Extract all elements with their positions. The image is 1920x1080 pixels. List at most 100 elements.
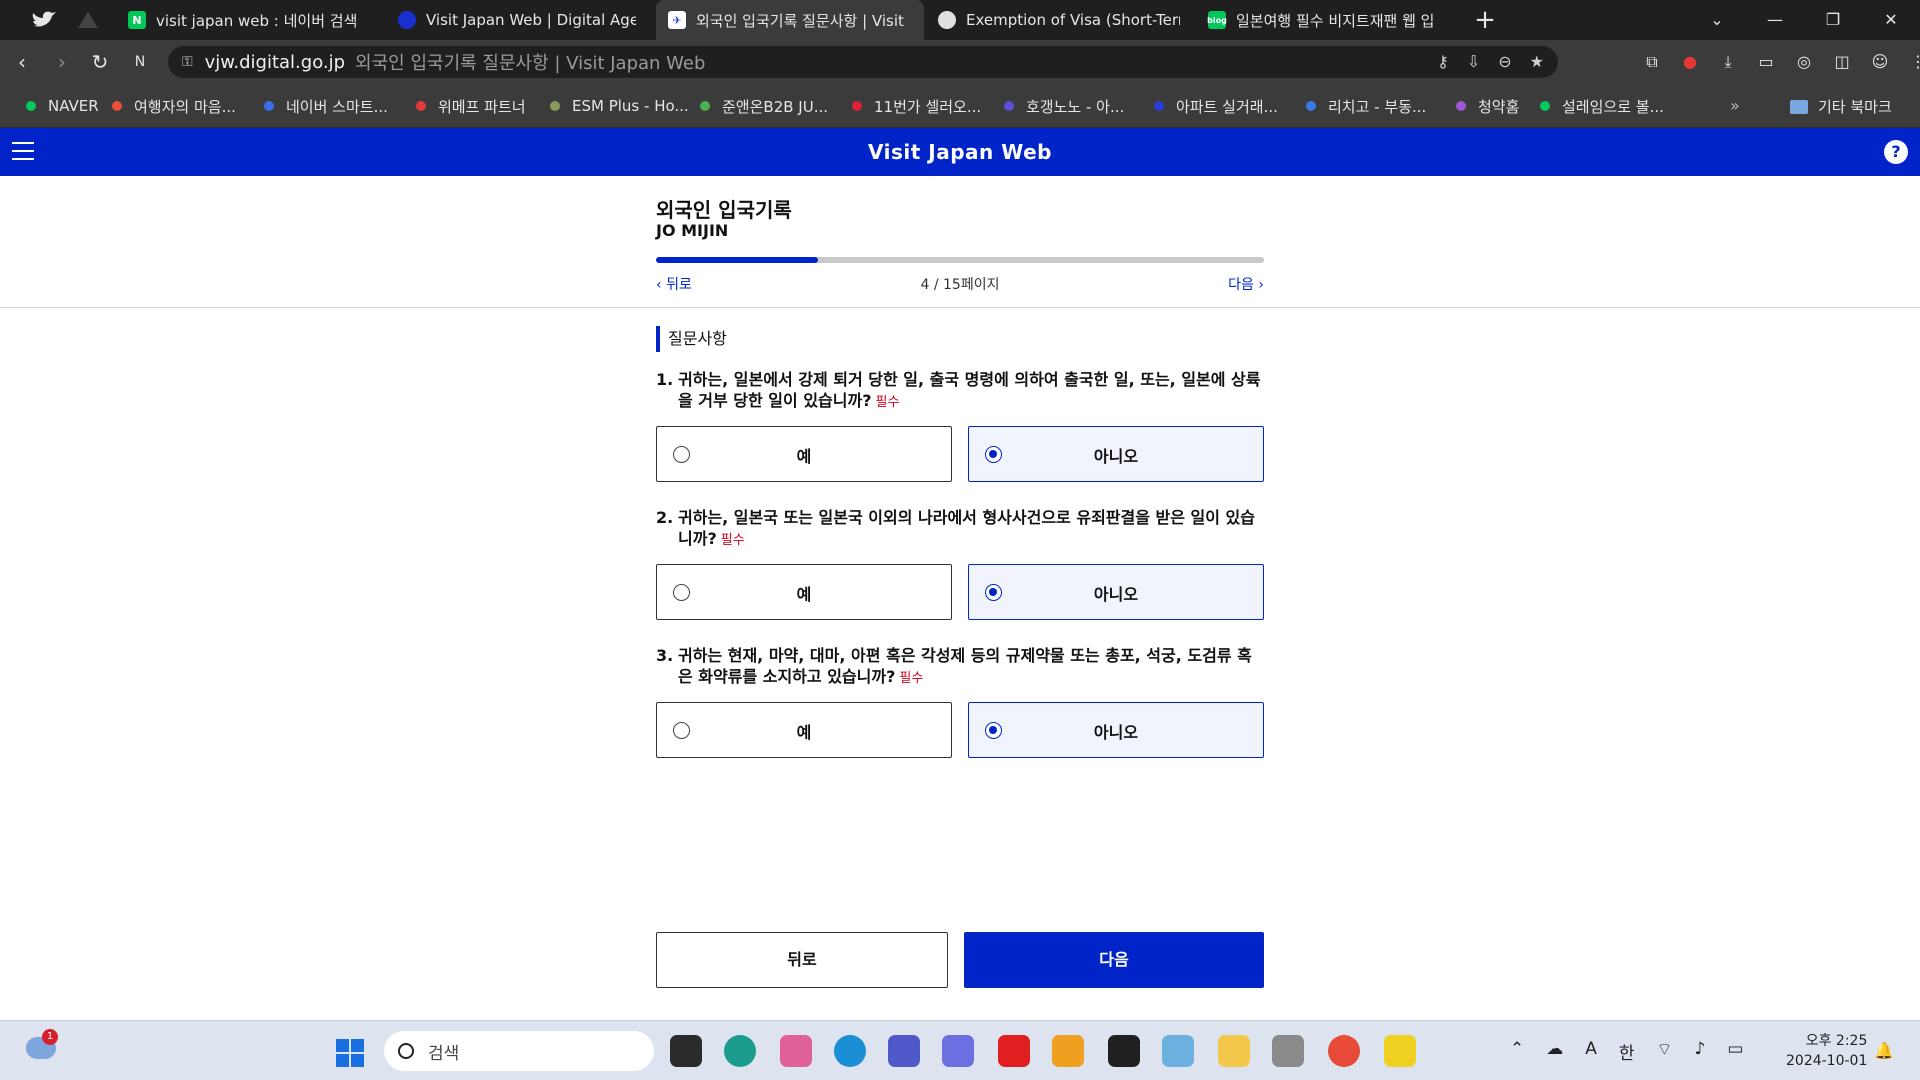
minimize-icon[interactable]: —: [1746, 0, 1804, 40]
bookmark-traveler[interactable]: 여행자의 마음...: [112, 96, 236, 116]
digital-agency-icon: [398, 11, 416, 29]
zoom-out-icon[interactable]: ⊖: [1498, 52, 1511, 71]
extensions-icon[interactable]: ⧉: [1640, 48, 1664, 76]
required-badge: 필수: [899, 671, 924, 686]
bookmark-hogangnono[interactable]: 호갱노노 - 아...: [1004, 96, 1124, 116]
side-panel-icon[interactable]: ◫: [1830, 48, 1854, 76]
tab-search-icon[interactable]: ⌄: [1688, 0, 1746, 40]
app-header: Visit Japan Web ?: [0, 128, 1920, 176]
tab-naver-search[interactable]: N visit japan web : 네이버 검색: [116, 0, 378, 40]
bookmark-favicon-icon: [26, 101, 36, 111]
next-button[interactable]: 다음: [964, 932, 1264, 988]
menu-icon[interactable]: ⋮: [1906, 48, 1920, 76]
edge-icon[interactable]: [834, 1035, 866, 1067]
chevron-up-icon[interactable]: ⌃: [1510, 1039, 1524, 1064]
bookmark-seolleim[interactable]: 설레임으로 볼...: [1540, 96, 1664, 116]
bookmark-apt-price[interactable]: 아파트 실거래...: [1154, 96, 1278, 116]
restore-icon[interactable]: ❐: [1804, 0, 1862, 40]
screenshot-icon[interactable]: ◎: [1792, 48, 1816, 76]
copilot-icon[interactable]: [780, 1035, 812, 1067]
forward-icon[interactable]: ›: [48, 48, 76, 76]
file-explorer-icon[interactable]: [1218, 1035, 1250, 1067]
close-icon[interactable]: ✕: [1862, 0, 1920, 40]
question-2-option-yes[interactable]: 예: [656, 564, 952, 620]
question-2: 2. 귀하는, 일본국 또는 일본국 이외의 나라에서 형사사건으로 유죄판결을…: [656, 508, 1255, 548]
progress-fill: [656, 257, 819, 263]
pinned-tab-icons[interactable]: [28, 6, 108, 34]
tab-entry-record-questions[interactable]: ✈ 외국인 입국기록 질문사항 | Visit: [656, 0, 924, 40]
site-info-icon[interactable]: ⚿: [182, 54, 193, 70]
twitter-icon: [32, 11, 98, 28]
search-icon: [398, 1043, 414, 1059]
taskbar-search[interactable]: 검색: [384, 1031, 654, 1071]
bookmark-favicon-icon: [1540, 101, 1550, 111]
question-1-option-yes[interactable]: 예: [656, 426, 952, 482]
recorder-icon[interactable]: [1272, 1035, 1304, 1067]
bookmark-esm-plus[interactable]: ESM Plus - Ho...: [550, 96, 689, 116]
tab-visit-japan-web-digital-agency[interactable]: Visit Japan Web | Digital Agency: [386, 0, 648, 40]
key-icon[interactable]: ⚷: [1437, 52, 1449, 71]
app-icon[interactable]: [942, 1035, 974, 1067]
bookmark-favicon-icon: [550, 101, 560, 111]
media-icon[interactable]: ▭: [1754, 48, 1778, 76]
webtoon-icon[interactable]: [1052, 1035, 1084, 1067]
bookmark-11st[interactable]: 11번가 셀러오...: [852, 96, 981, 116]
question-1-option-no[interactable]: 아니오: [968, 426, 1264, 482]
bookmark-favicon-icon: [416, 101, 426, 111]
question-2-option-no[interactable]: 아니오: [968, 564, 1264, 620]
bookmark-wemakeprice[interactable]: 위메프 파트너: [416, 96, 526, 116]
task-view-icon[interactable]: [670, 1035, 702, 1067]
bookmark-naver-smartstore[interactable]: 네이버 스마트...: [264, 96, 388, 116]
bookmark-richgo[interactable]: 리치고 - 부동...: [1306, 96, 1426, 116]
bookmark-junandon[interactable]: 준앤온B2B JU...: [700, 96, 828, 116]
app-title: Visit Japan Web: [868, 140, 1052, 164]
windows-taskbar: 1 검색 ⌃ ☁ A 한 ⌔ ♪ ▭ 오후 2:25 2024-10-01 🔔: [0, 1020, 1920, 1080]
windows-start-icon[interactable]: [336, 1039, 364, 1067]
onedrive-icon[interactable]: ☁: [1546, 1039, 1563, 1064]
bookmark-applyhome[interactable]: 청약홈: [1456, 96, 1519, 116]
back-button[interactable]: 뒤로: [656, 932, 948, 988]
browser-toolbar: ‹ › ↻ N ⚿ vjw.digital.go.jp 외국인 입국기록 질문사…: [0, 40, 1920, 84]
bookmark-star-icon[interactable]: ★: [1530, 52, 1544, 71]
naver-whale-icon[interactable]: N: [126, 48, 154, 76]
other-bookmarks-folder[interactable]: 기타 북마크: [1790, 96, 1892, 117]
new-tab-button[interactable]: +: [1470, 5, 1500, 35]
youtube-icon[interactable]: [998, 1035, 1030, 1067]
sticky-notes-icon[interactable]: [1384, 1035, 1416, 1067]
tab-visa-exemption[interactable]: Exemption of Visa (Short-Term S: [926, 0, 1192, 40]
download-icon[interactable]: ⤓: [1716, 48, 1740, 76]
next-page-link[interactable]: 다음 ›: [1200, 274, 1264, 294]
snipping-tool-icon[interactable]: [1162, 1035, 1194, 1067]
volume-icon[interactable]: ♪: [1695, 1039, 1706, 1064]
bookmark-favicon-icon: [1456, 101, 1466, 111]
reload-icon[interactable]: ↻: [86, 48, 114, 76]
question-3: 3. 귀하는 현재, 마약, 대마, 아편 혹은 각성제 등의 규제약물 또는 …: [656, 646, 1252, 686]
teams-icon[interactable]: [888, 1035, 920, 1067]
address-bar[interactable]: ⚿ vjw.digital.go.jp 외국인 입국기록 질문사항 | Visi…: [168, 46, 1558, 78]
back-icon[interactable]: ‹: [8, 48, 36, 76]
ime-language-indicator[interactable]: 한: [1619, 1039, 1635, 1064]
traveler-name: JO MIJIN: [656, 221, 729, 240]
notifications-bell-icon[interactable]: 🔔: [1874, 1041, 1894, 1060]
form-header: 외국인 입국기록 JO MIJIN ‹ 뒤로 4 / 15페이지 다음 ›: [0, 176, 1920, 308]
chrome-icon[interactable]: [1328, 1035, 1360, 1067]
bookmark-favicon-icon: [700, 101, 710, 111]
wifi-icon[interactable]: ⌔: [1657, 1039, 1673, 1064]
bookmark-naver[interactable]: NAVER: [26, 96, 99, 116]
copilot-browser-icon[interactable]: [724, 1035, 756, 1067]
question-3-option-no[interactable]: 아니오: [968, 702, 1264, 758]
mofa-icon: [938, 11, 956, 29]
more-bookmarks-icon[interactable]: »: [1730, 96, 1740, 115]
window-controls: ⌄ — ❐ ✕: [1688, 0, 1920, 40]
capcut-icon[interactable]: [1108, 1035, 1140, 1067]
record-extension-icon[interactable]: ●: [1678, 48, 1702, 76]
tab-japan-travel-blog[interactable]: blog 일본여행 필수 비지트재팬 웹 입: [1196, 0, 1460, 40]
question-3-option-yes[interactable]: 예: [656, 702, 952, 758]
battery-icon[interactable]: ▭: [1727, 1039, 1743, 1064]
help-icon[interactable]: ?: [1884, 140, 1908, 164]
install-app-icon[interactable]: ⇩: [1467, 52, 1480, 71]
ime-mode-indicator[interactable]: A: [1585, 1039, 1597, 1064]
system-clock[interactable]: 오후 2:25 2024-10-01: [1786, 1031, 1867, 1071]
progress-bar: [656, 257, 1264, 263]
profile-icon[interactable]: ☺: [1868, 48, 1892, 76]
